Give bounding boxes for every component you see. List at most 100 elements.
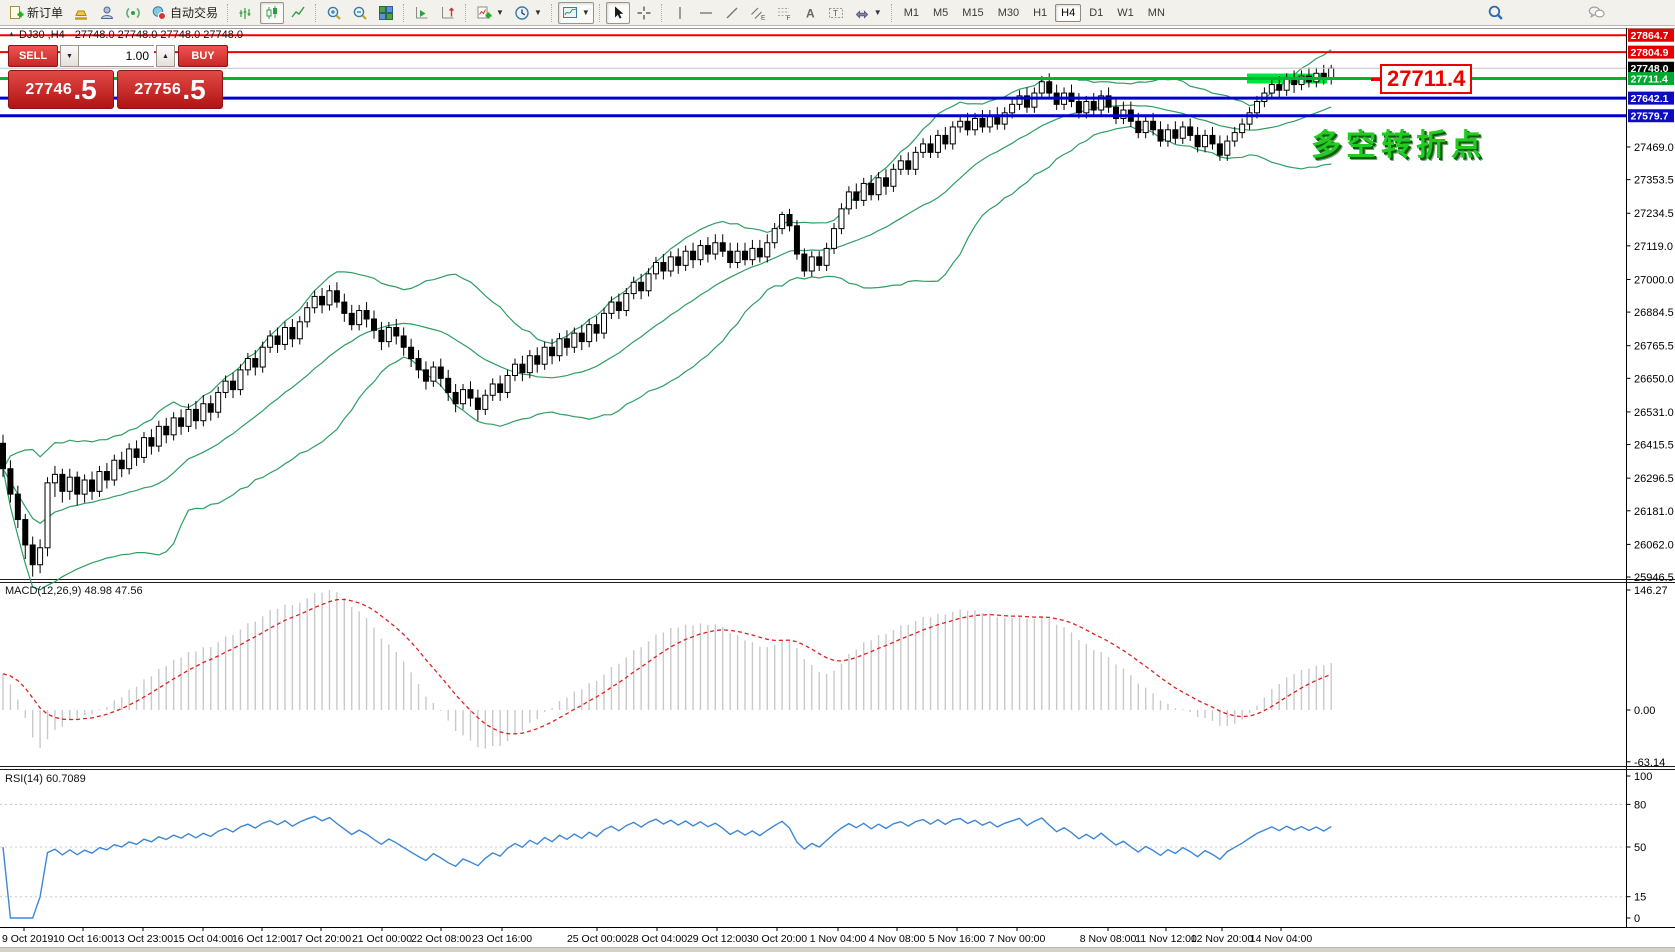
new-order-button[interactable]: 新订单 xyxy=(4,1,67,24)
timeframe-d1-button[interactable]: D1 xyxy=(1083,4,1109,22)
vline-button[interactable] xyxy=(668,2,692,24)
chart-annotation-text[interactable]: 多空转折点 xyxy=(1311,120,1486,164)
shapes-button[interactable]: ▼ xyxy=(850,2,886,24)
price-tag: 27804.9 xyxy=(1631,47,1669,59)
crosshair-button[interactable] xyxy=(632,2,656,24)
window-bottom-edge xyxy=(0,947,1675,952)
volume-input[interactable]: 1.00 xyxy=(79,45,154,67)
price-axis-tick: 26765.5 xyxy=(1634,341,1674,353)
channel-button[interactable]: E xyxy=(746,2,770,24)
shapes-icon xyxy=(855,9,869,19)
buy-price-panel[interactable]: 27756.5 xyxy=(117,70,223,109)
time-axis-label: 15 Oct 04:00 xyxy=(173,933,233,945)
timeframe-m1-button[interactable]: M1 xyxy=(898,4,925,22)
volume-down-button[interactable]: ▼ xyxy=(60,45,79,67)
chart-shift-icon xyxy=(442,6,455,18)
sell-button[interactable]: SELL xyxy=(8,45,58,67)
profile-button[interactable] xyxy=(95,2,119,24)
indicator-window-icon xyxy=(562,6,577,18)
gold-ingot-icon xyxy=(75,10,88,20)
macd-axis-tick: -63.14 xyxy=(1634,757,1665,769)
toolbar-group: 新订单 自动交易 xyxy=(3,0,223,25)
timeframe-m5-button[interactable]: M5 xyxy=(927,4,954,22)
sell-price-main: 27746 xyxy=(25,80,73,98)
price-axis-tick: 26415.5 xyxy=(1634,440,1674,452)
toolbar-separator xyxy=(890,3,893,22)
time-axis-label: 16 Oct 12:00 xyxy=(232,933,292,945)
tile-windows-button[interactable] xyxy=(374,2,398,24)
auto-scroll-button[interactable] xyxy=(410,2,434,24)
label-button[interactable]: T xyxy=(824,2,848,24)
zoom-in-button[interactable] xyxy=(322,2,346,24)
hline-button[interactable] xyxy=(694,2,718,24)
svg-text:F: F xyxy=(786,15,790,21)
time-axis-label: 13 Oct 23:00 xyxy=(113,933,173,945)
callout-price: 27711.4 xyxy=(1380,64,1473,94)
line-chart-button[interactable] xyxy=(286,2,310,24)
chart-title: ▲ DJ30 ,H4 27748.0 27748.0 27748.0 27748.0 xyxy=(8,29,243,41)
chart-canvas[interactable]: 27469.0 27353.5 27234.5 27119.0 27000.0 26884… xyxy=(0,27,1675,951)
time-axis-label: 8 Nov 08:00 xyxy=(1080,933,1137,945)
collapse-arrow-icon[interactable]: ▲ xyxy=(8,31,15,38)
chart-shift-button[interactable] xyxy=(436,2,460,24)
hline-icon xyxy=(699,11,712,14)
zoom-out-button[interactable] xyxy=(348,2,372,24)
callout-pointer xyxy=(1371,77,1380,81)
timeframe-group: M1 M5 M15 M30 H1 H4 D1 W1 MN xyxy=(897,0,1172,25)
price-callout[interactable]: 27711.4 xyxy=(1371,64,1473,94)
search-icon[interactable] xyxy=(1487,4,1504,26)
candle-chart-button[interactable] xyxy=(260,1,285,24)
price-axis-tick: 26531.0 xyxy=(1634,407,1674,419)
chevron-down-icon[interactable]: ▼ xyxy=(582,8,590,17)
volume-up-button[interactable]: ▲ xyxy=(156,45,175,67)
fibonacci-button[interactable]: F xyxy=(772,2,796,24)
price-axis-tick: 27119.0 xyxy=(1634,241,1673,253)
timeframe-h4-button[interactable]: H4 xyxy=(1055,3,1082,22)
timeframe-m15-button[interactable]: M15 xyxy=(956,4,989,22)
timeframe-w1-button[interactable]: W1 xyxy=(1111,4,1140,22)
text-icon: A xyxy=(806,6,815,20)
bar-chart-button[interactable] xyxy=(234,2,258,24)
macd-indicator-label: MACD(12,26,9) 48.98 47.56 xyxy=(5,585,143,597)
svg-text:T: T xyxy=(833,9,838,18)
svg-text:A: A xyxy=(806,6,815,20)
time-axis-label: 22 Oct 08:00 xyxy=(411,933,471,945)
gold-ingot-button[interactable] xyxy=(69,2,93,24)
price-axis-tick: 26884.5 xyxy=(1634,307,1674,319)
trendline-icon xyxy=(726,7,738,18)
add-indicator-button[interactable]: ▼ xyxy=(472,2,508,24)
line-chart-icon xyxy=(291,6,305,17)
buy-button[interactable]: BUY xyxy=(178,45,228,67)
trendline-button[interactable] xyxy=(720,2,744,24)
chevron-down-icon[interactable]: ▼ xyxy=(534,8,542,17)
chevron-down-icon[interactable]: ▼ xyxy=(874,8,882,17)
time-axis-label: 4 Nov 08:00 xyxy=(869,933,926,945)
rsi-axis-tick: 80 xyxy=(1634,799,1646,811)
svg-text:E: E xyxy=(761,14,766,21)
autotrade-button[interactable]: 自动交易 xyxy=(147,1,222,24)
macd-axis-tick: 146.27 xyxy=(1634,585,1668,597)
broadcast-button[interactable] xyxy=(121,2,145,24)
zoom-in-icon xyxy=(327,6,341,20)
toolbar-separator xyxy=(315,3,317,22)
fibonacci-icon: F xyxy=(777,7,790,21)
timeframe-h1-button[interactable]: H1 xyxy=(1027,4,1053,22)
text-button[interactable]: A xyxy=(798,2,822,24)
timeframe-mn-button[interactable]: MN xyxy=(1142,4,1171,22)
main-toolbar: 新订单 自动交易 ▼ ▼ ▼ E F A T ▼ M1 M5 M15 M30 H1 H4 D1 W1 MN xyxy=(0,0,1675,26)
timeframe-m30-button[interactable]: M30 xyxy=(992,4,1025,22)
rsi-axis-tick: 50 xyxy=(1634,842,1646,854)
sell-price-panel[interactable]: 27746.5 xyxy=(8,70,114,109)
buy-price-main: 27756 xyxy=(134,80,182,98)
chevron-down-icon[interactable]: ▼ xyxy=(496,8,504,17)
indicator-window-button[interactable]: ▼ xyxy=(557,1,594,24)
clock-button[interactable]: ▼ xyxy=(510,2,546,24)
toolbar-separator xyxy=(598,3,601,22)
candle-chart-icon xyxy=(266,5,278,19)
chat-icon[interactable] xyxy=(1588,4,1605,26)
price-axis-tick: 27353.5 xyxy=(1634,175,1674,187)
time-axis-label: 9 Oct 2019 xyxy=(2,933,54,945)
cursor-button[interactable] xyxy=(605,1,630,24)
vline-icon xyxy=(679,6,681,19)
cursor-icon xyxy=(614,6,623,19)
